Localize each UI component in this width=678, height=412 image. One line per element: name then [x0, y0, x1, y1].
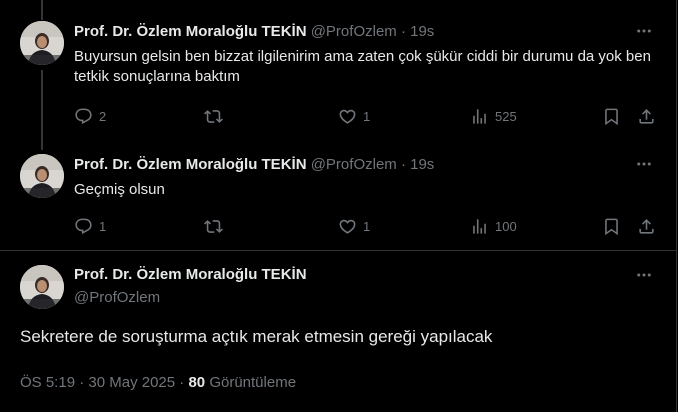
author-handle[interactable]: @ProfOzlem [74, 288, 160, 308]
view-count: 525 [495, 108, 517, 124]
author-name[interactable]: Prof. Dr. Özlem Moraloğlu TEKİN [74, 23, 307, 40]
more-icon[interactable] [634, 155, 654, 175]
like-count: 1 [363, 108, 371, 124]
separator: · [179, 374, 185, 391]
bookmark-icon [605, 218, 618, 235]
post-time[interactable]: ÖS 5:19 [20, 374, 75, 391]
like-count: 1 [363, 218, 371, 234]
views-icon [473, 108, 486, 124]
tweet-text: Buyursun gelsin ben bizzat ilgilenirim a… [74, 48, 651, 85]
reply-icon [75, 218, 92, 234]
views-button[interactable]: 100 [470, 216, 517, 236]
conversation-thread: Prof. Dr. Özlem Moraloğlu TEKİN @ProfOzl… [0, 0, 677, 412]
timestamp[interactable]: 19s [410, 156, 434, 173]
avatar[interactable] [20, 21, 64, 65]
post-date[interactable]: 30 May 2025 [88, 374, 175, 391]
author-handle[interactable]: @ProfOzlem [311, 156, 397, 173]
views-button[interactable]: 525 [470, 106, 517, 126]
bookmark-button[interactable] [602, 216, 621, 236]
tweet-text: Geçmiş olsun [74, 181, 165, 198]
like-icon [339, 219, 356, 234]
separator: · [79, 374, 85, 391]
divider [0, 250, 677, 251]
thread-connector [41, 70, 43, 150]
share-button[interactable] [637, 106, 656, 126]
reply-header: Prof. Dr. Özlem Moraloğlu TEKİN @ProfOzl… [74, 22, 434, 42]
avatar[interactable] [20, 265, 64, 309]
separator: · [400, 156, 406, 173]
like-button[interactable]: 1 [338, 106, 370, 126]
share-icon [639, 108, 654, 124]
reply-header: Prof. Dr. Özlem Moraloğlu TEKİN @ProfOzl… [74, 155, 434, 175]
repost-button[interactable] [204, 216, 229, 236]
author-name[interactable]: Prof. Dr. Özlem Moraloğlu TEKİN [74, 156, 307, 173]
like-button[interactable]: 1 [338, 216, 370, 236]
repost-button[interactable] [204, 106, 229, 126]
like-icon [339, 109, 356, 124]
separator: · [400, 23, 406, 40]
share-icon [639, 218, 654, 234]
author-name[interactable]: Prof. Dr. Özlem Moraloğlu TEKİN [74, 265, 307, 285]
bookmark-icon [605, 108, 618, 125]
reply-count: 2 [99, 108, 107, 124]
views-count: 80 [188, 374, 206, 391]
reply-count: 1 [99, 218, 107, 234]
avatar[interactable] [20, 154, 64, 198]
views-icon [473, 218, 486, 234]
action-bar: 2 1 525 [74, 106, 658, 126]
more-icon[interactable] [634, 266, 654, 286]
more-icon[interactable] [634, 22, 654, 42]
action-bar: 1 1 100 [74, 216, 658, 236]
share-button[interactable] [637, 216, 656, 236]
repost-icon [204, 109, 223, 123]
timestamp[interactable]: 19s [410, 23, 434, 40]
reply-button[interactable]: 2 [74, 106, 106, 126]
repost-icon [204, 219, 223, 233]
reply-button[interactable]: 1 [74, 216, 106, 236]
views-label: Görüntüleme [209, 374, 297, 391]
tweet-text: Sekretere de soruşturma açtık merak etme… [20, 327, 493, 346]
thread-connector [41, 0, 43, 20]
bookmark-button[interactable] [602, 106, 621, 126]
post-meta: ÖS 5:19 · 30 May 2025 · 80 Görüntüleme [20, 373, 296, 393]
view-count: 100 [495, 218, 517, 234]
author-handle[interactable]: @ProfOzlem [311, 23, 397, 40]
reply-icon [75, 108, 92, 124]
